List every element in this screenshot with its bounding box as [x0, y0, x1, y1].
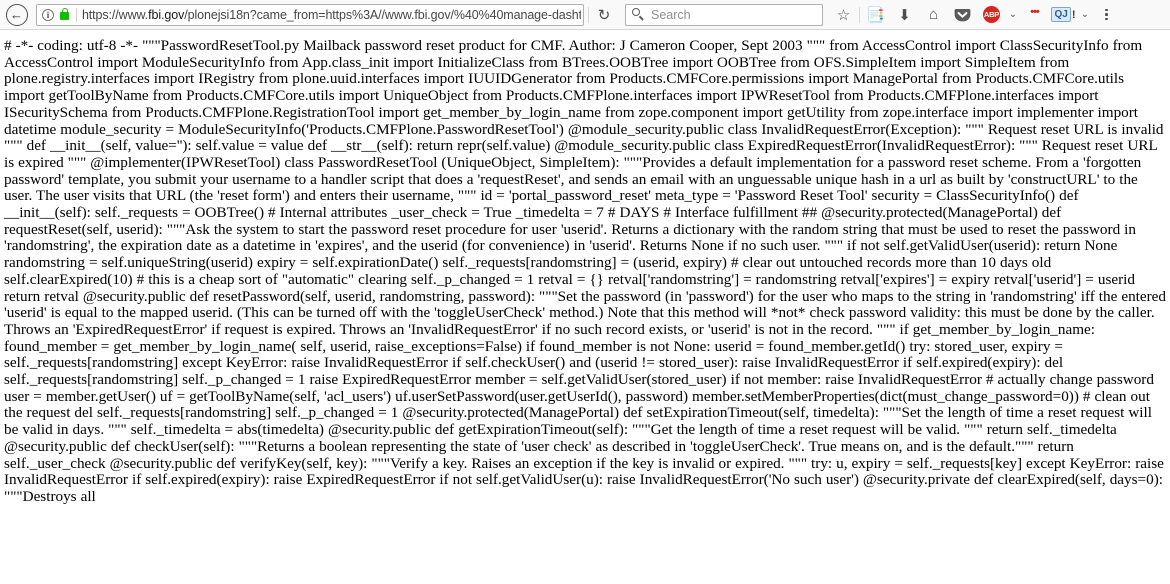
reload-divider: [588, 6, 589, 23]
lock-icon[interactable]: [57, 7, 73, 20]
lock-icon-shape: [60, 7, 70, 20]
reload-button[interactable]: ↻: [591, 3, 617, 27]
toolbar-divider: [859, 6, 860, 23]
search-bar[interactable]: Search: [625, 3, 823, 26]
address-bar-divider: [75, 7, 77, 22]
url-host: fbi.gov: [148, 7, 185, 22]
library-icon[interactable]: 📑: [861, 3, 890, 27]
source-code-text: # -*- coding: utf-8 -*- """PasswordReset…: [4, 37, 1167, 505]
qj-extension-icon[interactable]: QJ !: [1049, 3, 1078, 27]
toolbar-icons: ☆ 📑 ⬇ ⌂ ABP ⌄ ••• QJ ! ⌄: [829, 3, 1121, 27]
menu-dots-icon: [1105, 8, 1108, 21]
back-button[interactable]: ←: [4, 3, 30, 27]
adblock-plus-icon[interactable]: ABP: [977, 3, 1006, 27]
site-info-button[interactable]: i: [39, 8, 57, 21]
browser-toolbar: ← i https://www.fbi.gov/plonejsi18n?came…: [0, 0, 1170, 30]
pocket-icon-glyph: [954, 8, 971, 21]
adblock-chevron-down-icon[interactable]: ⌄: [1006, 3, 1020, 27]
qj-badge: QJ: [1051, 7, 1071, 22]
download-icon[interactable]: ⬇: [890, 3, 919, 27]
qj-chevron-down-icon[interactable]: ⌄: [1078, 3, 1092, 27]
ghostery-dots-glyph: •••: [1030, 5, 1040, 18]
info-icon: i: [41, 8, 54, 21]
pocket-icon[interactable]: [948, 3, 977, 27]
back-arrow-icon: ←: [10, 7, 23, 22]
home-icon[interactable]: ⌂: [919, 3, 948, 27]
adblock-badge: ABP: [983, 6, 1000, 23]
address-bar-url[interactable]: https://www.fbi.gov/plonejsi18n?came_fro…: [82, 8, 581, 22]
back-button-circle: ←: [6, 3, 28, 26]
url-path: /plonejsi18n?came_from=https%3A//www.fbi…: [184, 7, 582, 22]
url-scheme: https://www.: [81, 7, 149, 22]
address-bar[interactable]: i https://www.fbi.gov/plonejsi18n?came_f…: [36, 3, 584, 26]
ghostery-icon[interactable]: •••: [1020, 3, 1049, 27]
hamburger-menu-button[interactable]: [1092, 3, 1121, 27]
search-icon: [632, 8, 645, 21]
bookmark-star-icon[interactable]: ☆: [829, 3, 858, 27]
qj-alert-glyph: !: [1071, 8, 1076, 21]
search-input-placeholder[interactable]: Search: [651, 8, 691, 22]
page-content-area: # -*- coding: utf-8 -*- """PasswordReset…: [0, 30, 1170, 584]
